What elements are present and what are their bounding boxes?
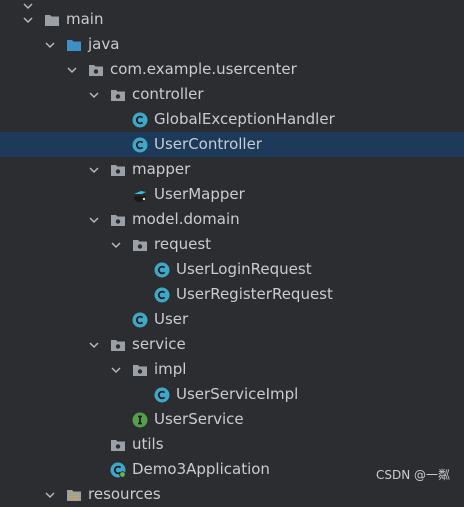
chevron-down-icon[interactable] [110,239,122,251]
tree-item-label: main [66,10,104,28]
chevron-down-icon[interactable] [88,89,100,101]
tree-row-userservice[interactable]: UserService [0,407,464,432]
chevron-down-icon[interactable] [88,164,100,176]
folder-icon [44,12,60,28]
tree-item-label: GlobalExceptionHandler [154,110,335,128]
tree-row-request[interactable]: request [0,232,464,257]
tree-row-java[interactable]: java [0,32,464,57]
package-icon [110,162,126,178]
tree-item-label: UserRegisterRequest [176,285,333,303]
package-icon [132,362,148,378]
tree-row-usermapper[interactable]: UserMapper [0,182,464,207]
tree-item-label: UserController [154,135,262,153]
chevron-down-icon[interactable] [66,64,78,76]
watermark: CSDN @一粼 [375,468,450,482]
tree-row-user[interactable]: User [0,307,464,332]
tree-row-resources[interactable]: resources [0,482,464,507]
class-icon [132,137,148,153]
package-icon [110,212,126,228]
package-icon [110,337,126,353]
tree-item-label: User [154,310,189,328]
package-icon [110,437,126,453]
package-icon [88,62,104,78]
tree-row-com-example-usercenter[interactable]: com.example.usercenter [0,57,464,82]
tree-item-label: com.example.usercenter [110,60,297,78]
tree-item-label: controller [132,85,204,103]
project-tree: main java com.example.usercenter control… [0,0,464,503]
tree-item-label: mapper [132,160,191,178]
tree-item-label: impl [154,360,187,378]
chevron-down-icon[interactable] [88,214,100,226]
source-folder-icon [66,37,82,53]
tree-row-controller[interactable]: controller [0,82,464,107]
interface-icon [132,412,148,428]
tree-row-impl[interactable]: impl [0,357,464,382]
tree-row-utils[interactable]: utils [0,432,464,457]
chevron-down-icon[interactable] [44,489,56,501]
tree-item-label: model.domain [132,210,240,228]
spring-boot-class-icon [110,462,126,478]
tree-item-label: java [88,35,120,53]
class-icon [154,387,170,403]
package-icon [110,87,126,103]
class-icon [132,312,148,328]
class-icon [154,262,170,278]
chevron-down-icon[interactable] [22,14,34,26]
tree-row-userloginrequest[interactable]: UserLoginRequest [0,257,464,282]
tree-item-label: UserMapper [154,185,245,203]
tree-row-userserviceimpl[interactable]: UserServiceImpl [0,382,464,407]
tree-item-label: service [132,335,186,353]
package-icon [132,237,148,253]
tree-row-usercontroller[interactable]: UserController [0,132,464,157]
chevron-down-icon[interactable] [44,39,56,51]
tree-item-label: UserServiceImpl [176,385,299,403]
tree-row-service[interactable]: service [0,332,464,357]
tree-item-label: Demo3Application [132,460,270,478]
chevron-down-icon[interactable] [110,364,122,376]
tree-item-label: utils [132,435,164,453]
tree-item-label: UserService [154,410,244,428]
tree-row-userregisterrequest[interactable]: UserRegisterRequest [0,282,464,307]
tree-item-label: resources [88,485,161,503]
tree-row-main[interactable]: main [0,7,464,32]
class-icon [154,287,170,303]
tree-item-label: request [154,235,212,253]
tree-row-model-domain[interactable]: model.domain [0,207,464,232]
tree-row-globalexceptionhandler[interactable]: GlobalExceptionHandler [0,107,464,132]
tree-row-mapper[interactable]: mapper [0,157,464,182]
resources-folder-icon [66,487,82,503]
chevron-down-icon[interactable] [88,339,100,351]
class-icon [132,112,148,128]
tree-item-label: UserLoginRequest [176,260,312,278]
mybatis-mapper-icon [132,187,148,203]
